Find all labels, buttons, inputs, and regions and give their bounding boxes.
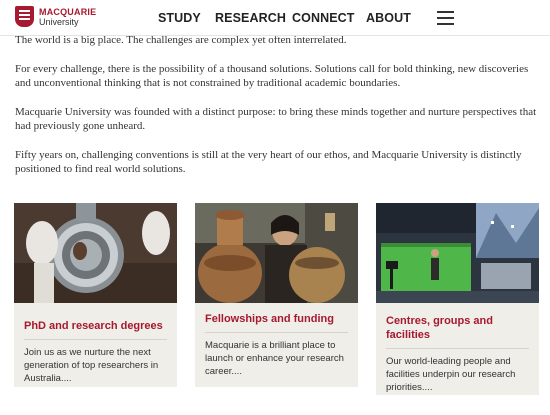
- card-centres[interactable]: Centres, groups and facilities Our world…: [376, 203, 539, 395]
- main-nav: STUDY RESEARCH CONNECT ABOUT: [0, 11, 550, 27]
- nav-research[interactable]: RESEARCH: [215, 11, 286, 25]
- site-header: MACQUARIE University STUDY RESEARCH CONN…: [0, 0, 550, 36]
- card-title[interactable]: Fellowships and funding: [195, 303, 358, 326]
- menu-bar: [437, 23, 454, 25]
- intro-paragraph: For every challenge, there is the possib…: [15, 62, 529, 90]
- card-divider: [24, 339, 167, 340]
- card-image-researcher-with-pottery: [195, 203, 358, 303]
- intro-paragraph: Fifty years on, challenging conventions …: [15, 148, 522, 176]
- card-divider: [386, 348, 529, 349]
- card-image-researcher-with-lens: [14, 203, 177, 303]
- card-title[interactable]: Centres, groups and facilities: [376, 303, 539, 342]
- card-description: Our world-leading people and facilities …: [386, 356, 516, 393]
- card-description: Join us as we nurture the next generatio…: [24, 347, 159, 384]
- card-image-studio-facility: [376, 203, 539, 303]
- card-divider: [205, 332, 348, 333]
- nav-about[interactable]: ABOUT: [366, 11, 411, 25]
- card-phd[interactable]: PhD and research degrees Join us as we n…: [14, 203, 177, 387]
- card-description: Macquarie is a brilliant place to launch…: [205, 340, 344, 377]
- menu-bar: [437, 11, 454, 13]
- nav-study[interactable]: STUDY: [158, 11, 201, 25]
- card-fellowships[interactable]: Fellowships and funding Macquarie is a b…: [195, 203, 358, 387]
- card-title[interactable]: PhD and research degrees: [14, 303, 177, 333]
- intro-text: The world is a big place. The challenges…: [15, 33, 540, 191]
- hamburger-menu-icon[interactable]: [437, 11, 454, 25]
- nav-connect[interactable]: CONNECT: [292, 11, 355, 25]
- intro-paragraph: Macquarie University was founded with a …: [15, 105, 537, 133]
- menu-bar: [437, 17, 454, 19]
